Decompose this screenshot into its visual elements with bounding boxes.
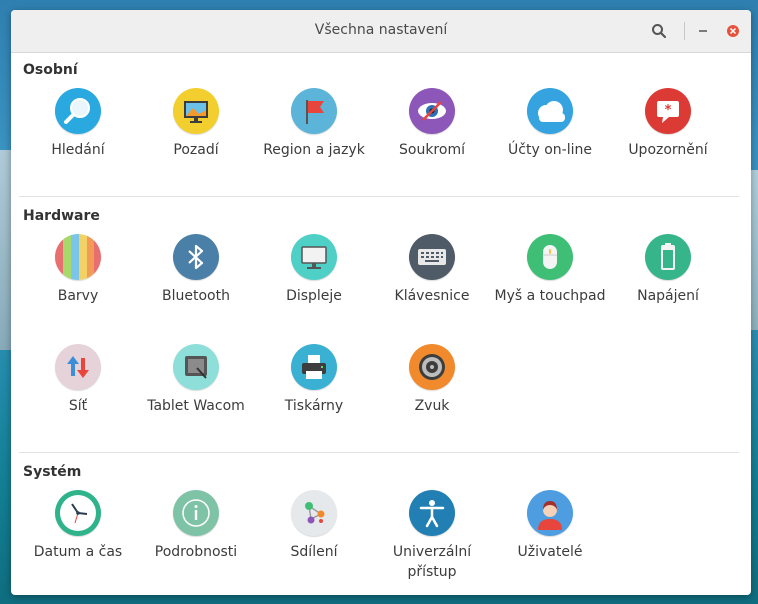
panel-bluetooth[interactable]: Bluetooth bbox=[137, 234, 255, 306]
minimize-icon bbox=[699, 30, 707, 32]
panel-displays[interactable]: Displeje bbox=[255, 234, 373, 306]
clock-icon bbox=[55, 490, 101, 536]
section-divider bbox=[19, 196, 739, 197]
panel-notifications[interactable]: * Upozornění bbox=[609, 88, 727, 160]
sharing-icon bbox=[291, 490, 337, 536]
settings-window: Všechna nastavení Osobní Hledání Pozadí bbox=[11, 10, 751, 595]
close-button[interactable] bbox=[723, 21, 743, 41]
notification-icon: * bbox=[645, 88, 691, 134]
panel-background[interactable]: Pozadí bbox=[137, 88, 255, 160]
info-icon bbox=[173, 490, 219, 536]
panel-colors[interactable]: Barvy bbox=[19, 234, 137, 306]
panel-label: Barvy bbox=[57, 288, 99, 304]
section-title-system: Systém bbox=[23, 464, 82, 480]
printer-icon bbox=[291, 344, 337, 390]
panel-label: Napájení bbox=[637, 288, 699, 304]
panel-wacom-tablet[interactable]: Tablet Wacom bbox=[137, 344, 255, 416]
panel-power[interactable]: Napájení bbox=[609, 234, 727, 306]
panel-label: Uživatelé bbox=[517, 544, 583, 560]
panel-label: Sdílení bbox=[290, 544, 338, 560]
panel-date-time[interactable]: Datum a čas bbox=[19, 490, 137, 562]
panel-label: Univerzální přístup bbox=[392, 544, 472, 580]
panel-network[interactable]: Síť bbox=[19, 344, 137, 416]
window-title: Všechna nastavení bbox=[314, 22, 448, 38]
panel-universal-access[interactable]: Univerzální přístup bbox=[373, 490, 491, 582]
panel-label: Klávesnice bbox=[394, 288, 470, 304]
panel-sound[interactable]: Zvuk bbox=[373, 344, 491, 416]
panel-mouse-touchpad[interactable]: Myš a touchpad bbox=[491, 234, 609, 306]
panel-printers[interactable]: Tiskárny bbox=[255, 344, 373, 416]
user-icon bbox=[527, 490, 573, 536]
panel-region[interactable]: Region a jazyk bbox=[255, 88, 373, 160]
keyboard-icon bbox=[409, 234, 455, 280]
panel-label: Účty on-line bbox=[508, 142, 592, 158]
background-icon bbox=[173, 88, 219, 134]
panel-details[interactable]: Podrobnosti bbox=[137, 490, 255, 562]
accessibility-icon bbox=[409, 490, 455, 536]
panel-label: Bluetooth bbox=[162, 288, 230, 304]
panel-label: Upozornění bbox=[628, 142, 708, 158]
titlebar-separator bbox=[684, 22, 685, 40]
panel-users[interactable]: Uživatelé bbox=[491, 490, 609, 562]
panel-label: Soukromí bbox=[399, 142, 465, 158]
titlebar: Všechna nastavení bbox=[11, 10, 751, 53]
panel-privacy[interactable]: Soukromí bbox=[373, 88, 491, 160]
panel-label: Tiskárny bbox=[284, 398, 344, 414]
panel-label: Myš a touchpad bbox=[494, 288, 606, 304]
panel-label: Datum a čas bbox=[33, 544, 123, 560]
panel-label: Pozadí bbox=[173, 142, 219, 158]
section-title-osobni: Osobní bbox=[23, 62, 78, 78]
minimize-button[interactable] bbox=[693, 21, 713, 41]
panel-label: Displeje bbox=[286, 288, 342, 304]
display-icon bbox=[291, 234, 337, 280]
panel-label: Podrobnosti bbox=[154, 544, 238, 560]
panel-label: Zvuk bbox=[414, 398, 450, 414]
cloud-icon bbox=[527, 88, 573, 134]
close-icon bbox=[727, 25, 739, 37]
panel-search[interactable]: Hledání bbox=[19, 88, 137, 160]
colors-icon bbox=[55, 234, 101, 280]
section-title-hardware: Hardware bbox=[23, 208, 100, 224]
battery-icon bbox=[645, 234, 691, 280]
section-divider bbox=[19, 452, 739, 453]
network-icon bbox=[55, 344, 101, 390]
privacy-eye-icon bbox=[409, 88, 455, 134]
search-button[interactable] bbox=[649, 21, 669, 41]
tablet-icon bbox=[173, 344, 219, 390]
svg-text:*: * bbox=[665, 103, 672, 118]
search-icon bbox=[652, 24, 667, 39]
speaker-icon bbox=[409, 344, 455, 390]
search-icon bbox=[55, 88, 101, 134]
panel-label: Síť bbox=[68, 398, 88, 414]
mouse-icon bbox=[527, 234, 573, 280]
panel-label: Tablet Wacom bbox=[147, 398, 245, 414]
panel-online-accounts[interactable]: Účty on-line bbox=[491, 88, 609, 160]
flag-icon bbox=[291, 88, 337, 134]
panel-label: Region a jazyk bbox=[263, 142, 365, 158]
panel-label: Hledání bbox=[51, 142, 105, 158]
bluetooth-icon bbox=[173, 234, 219, 280]
panel-keyboard[interactable]: Klávesnice bbox=[373, 234, 491, 306]
panel-sharing[interactable]: Sdílení bbox=[255, 490, 373, 562]
